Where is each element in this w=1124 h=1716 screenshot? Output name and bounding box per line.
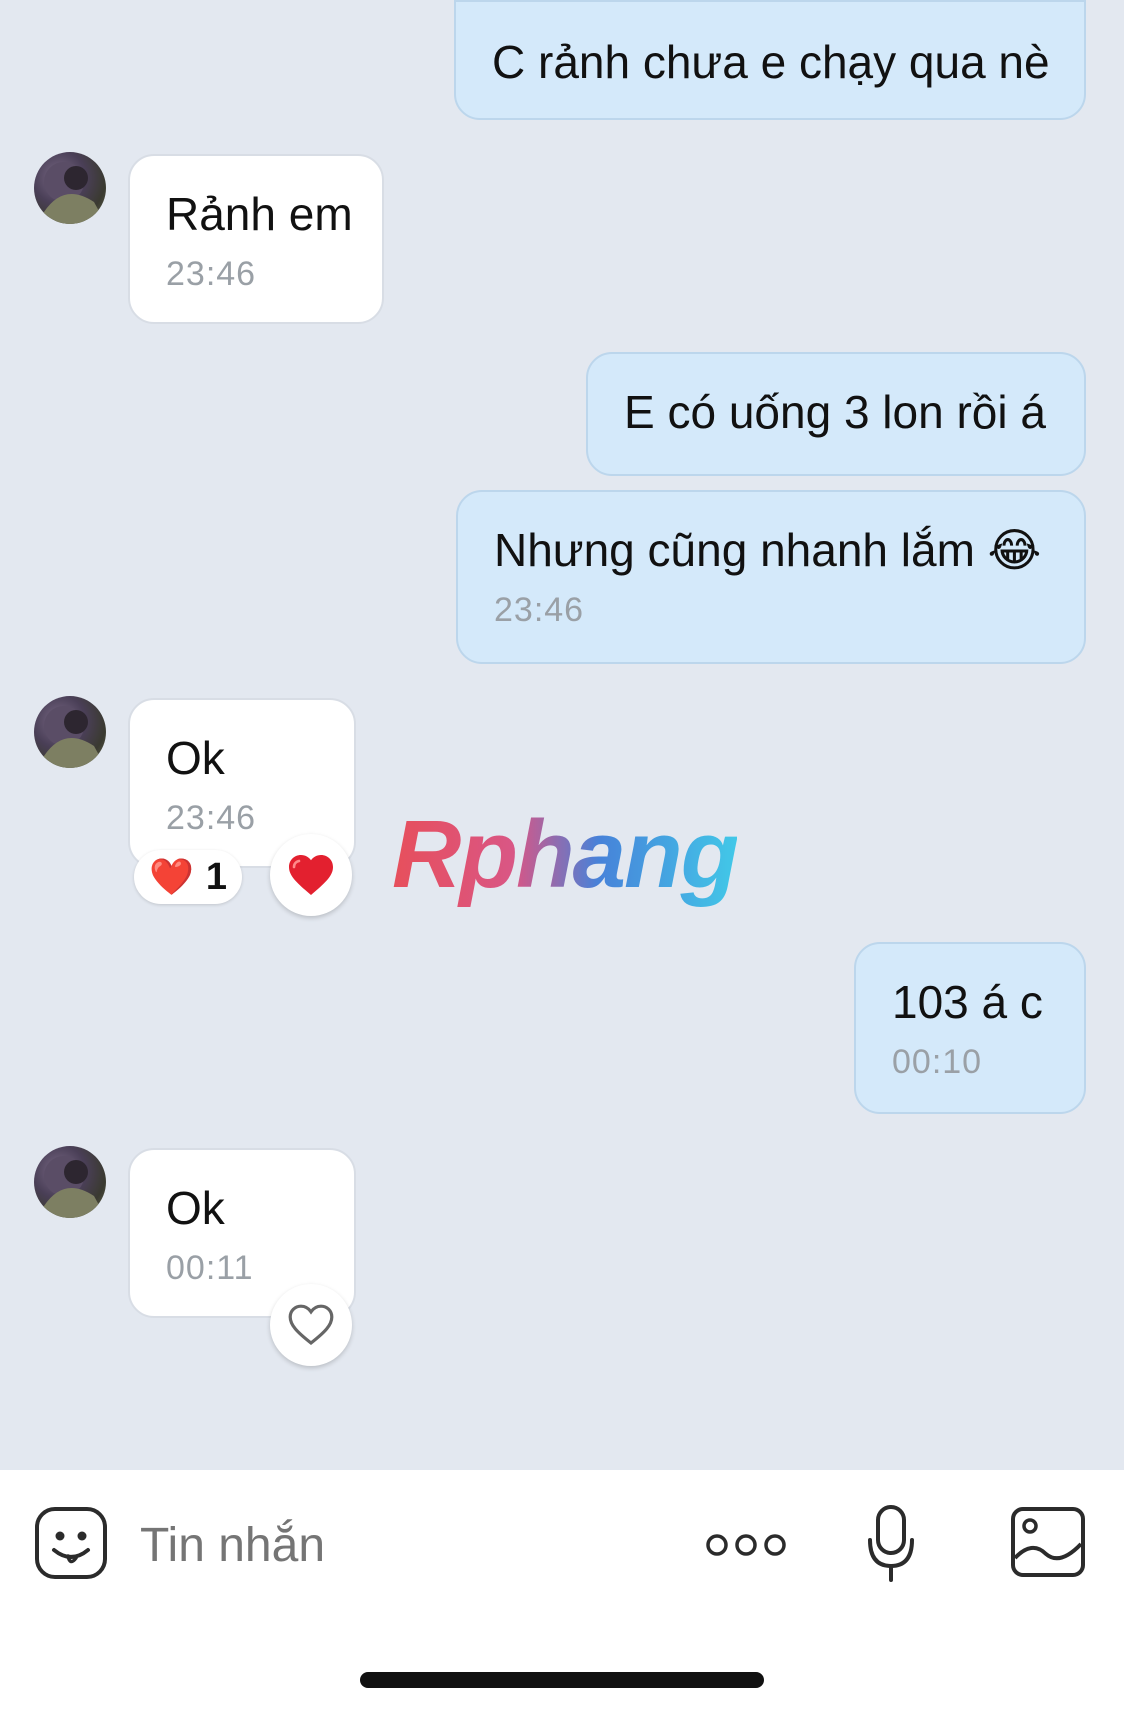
message-text: C rảnh chưa e chạy qua nè: [492, 36, 1050, 88]
emoji-button[interactable]: [34, 1506, 108, 1580]
contact-avatar[interactable]: [34, 696, 106, 768]
message-time: 00:10: [892, 1043, 983, 1081]
message-bubble-outgoing[interactable]: C rảnh chưa e chạy qua nè: [454, 0, 1086, 120]
message-time: 00:11: [166, 1249, 254, 1287]
message-text: E có uống 3 lon rồi á: [624, 386, 1046, 438]
message-text: Ok: [166, 732, 225, 784]
message-input[interactable]: [140, 1518, 660, 1573]
watermark-logo: Rphang: [392, 801, 739, 908]
message-bubble-incoming[interactable]: Rảnh em 23:46: [128, 154, 384, 324]
message-list[interactable]: C rảnh chưa e chạy qua nè Rảnh em 23:46 …: [0, 0, 1124, 1470]
voice-record-button[interactable]: [866, 1504, 916, 1584]
emoji-icon: [35, 1507, 107, 1579]
home-indicator: [360, 1672, 764, 1688]
reaction-count: 1: [205, 855, 227, 898]
more-icon: [706, 1534, 786, 1556]
reaction-summary[interactable]: ❤️ 1: [134, 850, 242, 904]
contact-avatar[interactable]: [34, 152, 106, 224]
send-image-button[interactable]: [1010, 1506, 1086, 1578]
message-text: Ok: [166, 1182, 225, 1234]
react-button[interactable]: [270, 1284, 352, 1366]
message-time: 23:46: [166, 799, 257, 837]
message-time: 23:46: [494, 591, 585, 629]
react-button[interactable]: [270, 834, 352, 916]
message-time: 23:46: [166, 255, 257, 293]
filled-heart-icon: [289, 855, 333, 895]
more-options-button[interactable]: [704, 1530, 788, 1560]
message-bubble-outgoing[interactable]: 103 á c 00:10: [854, 942, 1086, 1114]
heart-outline-icon: [288, 1304, 334, 1346]
message-text: 103 á c: [892, 976, 1043, 1028]
message-text: Nhưng cũng nhanh lắm 😂: [494, 524, 1042, 576]
microphone-icon: [868, 1505, 914, 1582]
message-text: Rảnh em: [166, 188, 353, 240]
message-bubble-outgoing[interactable]: Nhưng cũng nhanh lắm 😂 23:46: [456, 490, 1086, 664]
contact-avatar[interactable]: [34, 1146, 106, 1218]
image-icon: [1011, 1507, 1085, 1577]
message-composer: [0, 1470, 1124, 1716]
message-bubble-outgoing[interactable]: E có uống 3 lon rồi á: [586, 352, 1086, 476]
heart-reaction-icon: ❤️: [149, 856, 194, 897]
